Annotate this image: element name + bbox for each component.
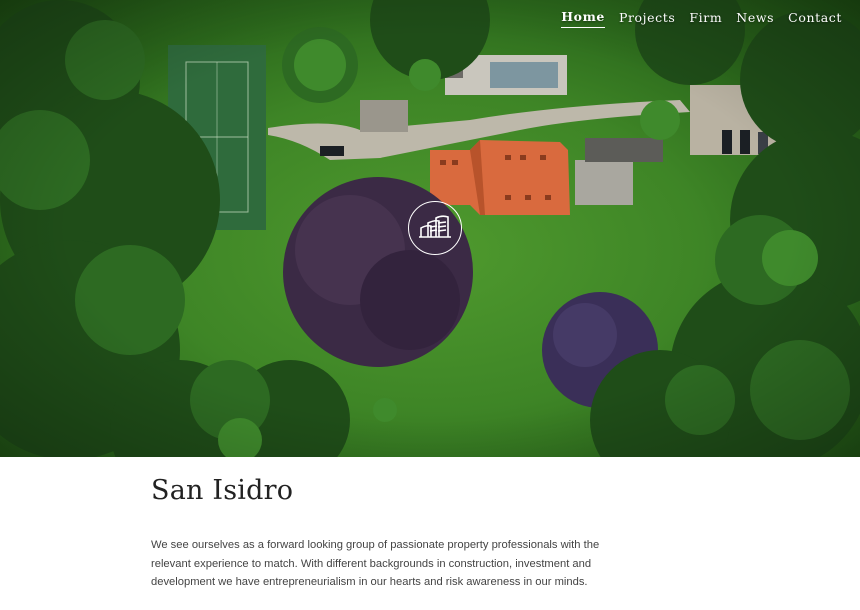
logo-badge[interactable] <box>408 201 462 255</box>
intro-paragraph: We see ourselves as a forward looking gr… <box>151 539 600 588</box>
nav-news[interactable]: News <box>736 10 774 28</box>
hero-aerial-image: Home Projects Firm News Contact <box>0 0 860 457</box>
nav-contact[interactable]: Contact <box>788 10 842 28</box>
nav-firm[interactable]: Firm <box>689 10 722 28</box>
main-nav: Home Projects Firm News Contact <box>561 9 842 28</box>
page-title: San Isidro <box>151 475 294 506</box>
buildings-logo-icon <box>419 215 451 238</box>
nav-home[interactable]: Home <box>561 9 605 28</box>
nav-projects[interactable]: Projects <box>619 10 675 28</box>
main-content: San Isidro We see ourselves as a forward… <box>151 475 621 592</box>
